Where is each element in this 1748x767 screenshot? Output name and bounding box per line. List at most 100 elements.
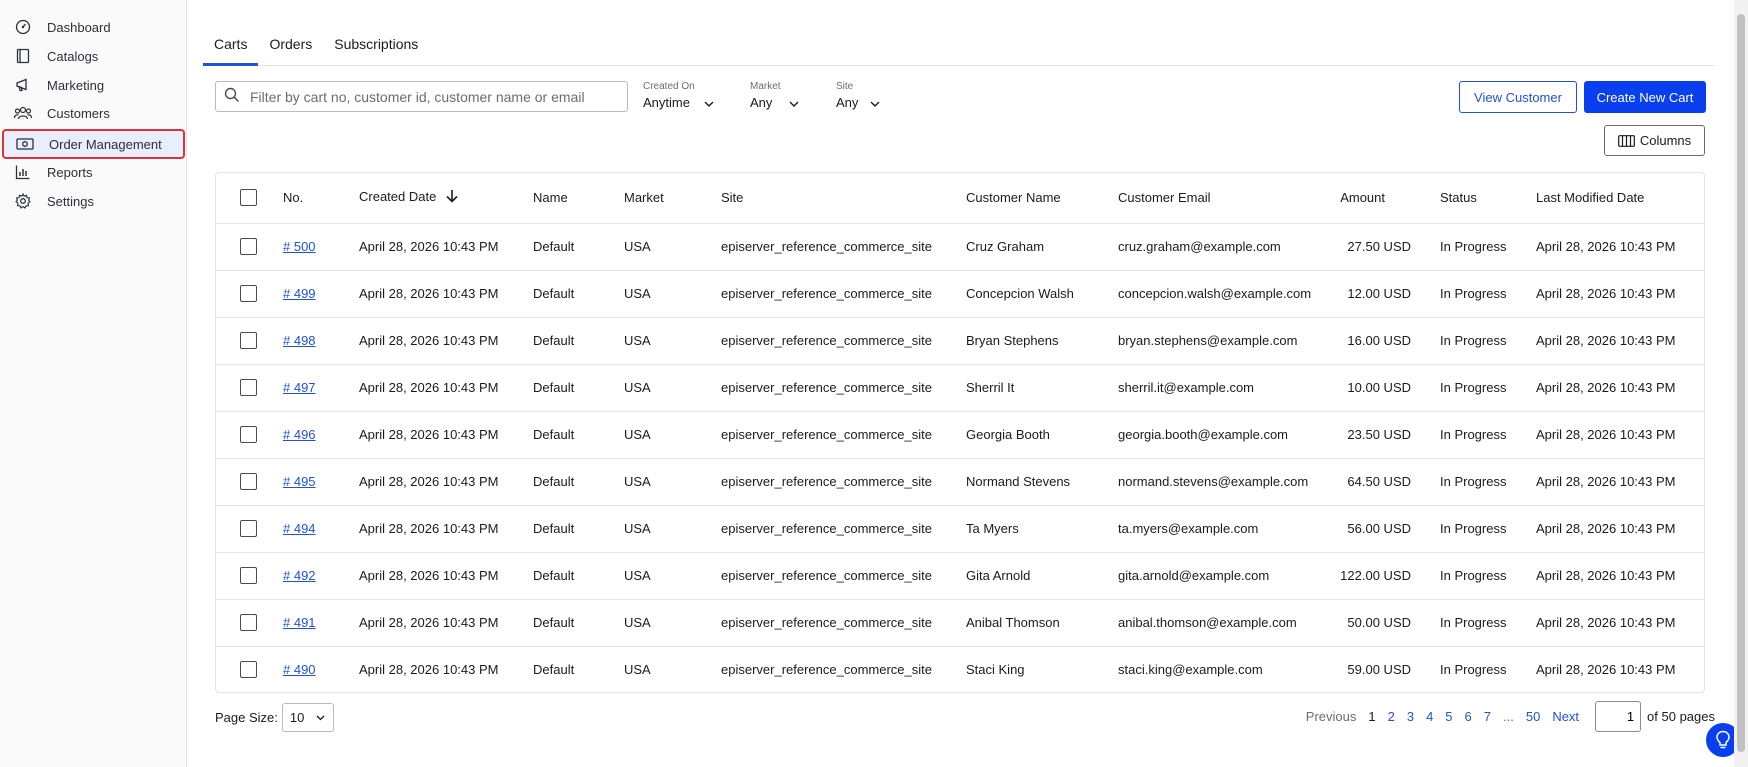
cart-number-link[interactable]: # 491 — [283, 615, 316, 630]
dashboard-icon — [13, 17, 33, 37]
book-icon — [13, 46, 33, 66]
site-filter[interactable]: Site Any — [836, 81, 880, 110]
cell-modified: April 28, 2026 10:43 PM — [1535, 552, 1704, 600]
row-checkbox[interactable] — [240, 473, 257, 491]
sidebar-item-marketing[interactable]: Marketing — [2, 71, 185, 99]
cart-number-link[interactable]: # 498 — [283, 333, 316, 348]
cart-number-link[interactable]: # 490 — [283, 662, 316, 677]
column-header-amount[interactable]: Amount — [1331, 173, 1439, 224]
tab-orders[interactable]: Orders — [258, 30, 323, 66]
column-header-last-modified[interactable]: Last Modified Date — [1535, 173, 1704, 224]
sidebar-item-reports[interactable]: Reports — [2, 158, 185, 186]
page-size-select[interactable]: 10 — [281, 703, 334, 732]
column-header-name[interactable]: Name — [532, 173, 623, 224]
column-header-created-date[interactable]: Created Date — [358, 173, 532, 224]
view-customer-button[interactable]: View Customer — [1459, 81, 1577, 113]
page-number-link[interactable]: 2 — [1388, 709, 1395, 724]
row-checkbox[interactable] — [240, 614, 257, 632]
table-row[interactable]: # 499 April 28, 2026 10:43 PM Default USA ep… — [216, 270, 1704, 318]
column-header-customer-name[interactable]: Customer Name — [965, 173, 1117, 224]
row-checkbox[interactable] — [240, 661, 257, 679]
sidebar-item-order-management[interactable]: Order Management — [2, 129, 185, 159]
table-row[interactable]: # 498 April 28, 2026 10:43 PM Default USA ep… — [216, 317, 1704, 365]
table-row[interactable]: # 494 April 28, 2026 10:43 PM Default USA ep… — [216, 505, 1704, 553]
cell-name: Default — [532, 552, 623, 600]
cell-status: In Progress — [1439, 223, 1535, 271]
row-checkbox[interactable] — [240, 520, 257, 538]
page-number-link[interactable]: 50 — [1526, 709, 1540, 724]
sidebar-item-dashboard[interactable]: Dashboard — [2, 13, 185, 41]
market-filter[interactable]: Market Any — [750, 81, 799, 110]
cart-number-link[interactable]: # 495 — [283, 474, 316, 489]
page-number-link[interactable]: 1 — [1368, 709, 1375, 724]
lightbulb-icon — [1715, 730, 1731, 750]
cart-number-link[interactable]: # 496 — [283, 427, 316, 442]
page-number-input[interactable] — [1595, 701, 1642, 732]
cell-amount: 12.00 USD — [1331, 270, 1439, 318]
column-header-no[interactable]: No. — [282, 173, 358, 224]
cell-name: Default — [532, 223, 623, 271]
row-checkbox[interactable] — [240, 426, 257, 444]
sort-down-arrow-icon — [446, 189, 458, 206]
column-header-status[interactable]: Status — [1439, 173, 1535, 224]
cell-customer-name: Concepcion Walsh — [965, 270, 1117, 318]
column-header-market[interactable]: Market — [623, 173, 720, 224]
cell-name: Default — [532, 270, 623, 318]
sidebar-item-label: Order Management — [49, 136, 162, 152]
sidebar-item-settings[interactable]: Settings — [2, 187, 185, 215]
cell-amount: 122.00 USD — [1331, 552, 1439, 600]
row-checkbox[interactable] — [240, 285, 257, 303]
search-input[interactable] — [248, 87, 618, 106]
cell-customer-name: Gita Arnold — [965, 552, 1117, 600]
created-on-filter[interactable]: Created On Anytime — [643, 81, 714, 110]
columns-button[interactable]: Columns — [1604, 125, 1705, 156]
page-number-link[interactable]: 5 — [1445, 709, 1452, 724]
tab-carts[interactable]: Carts — [203, 30, 259, 66]
pagination-ellipsis: ... — [1503, 709, 1514, 724]
next-page-button[interactable]: Next — [1552, 709, 1579, 724]
cart-number-link[interactable]: # 492 — [283, 568, 316, 583]
row-checkbox[interactable] — [240, 238, 257, 256]
cell-status: In Progress — [1439, 270, 1535, 318]
cart-number-link[interactable]: # 500 — [283, 239, 316, 254]
cell-customer-name: Sherril It — [965, 364, 1117, 412]
create-new-cart-button[interactable]: Create New Cart — [1584, 81, 1706, 113]
page-number-link[interactable]: 3 — [1407, 709, 1414, 724]
sidebar-item-catalogs[interactable]: Catalogs — [2, 42, 185, 70]
cart-number-link[interactable]: # 497 — [283, 380, 316, 395]
cell-customer-name: Normand Stevens — [965, 458, 1117, 506]
table-row[interactable]: # 496 April 28, 2026 10:43 PM Default USA ep… — [216, 411, 1704, 459]
table-row[interactable]: # 495 April 28, 2026 10:43 PM Default USA ep… — [216, 458, 1704, 506]
column-header-customer-email[interactable]: Customer Email — [1117, 173, 1331, 224]
page-size-control: Page Size: 10 — [215, 703, 334, 732]
cell-modified: April 28, 2026 10:43 PM — [1535, 411, 1704, 459]
cart-number-link[interactable]: # 499 — [283, 286, 316, 301]
table-row[interactable]: # 490 April 28, 2026 10:43 PM Default USA ep… — [216, 646, 1704, 692]
cell-customer-email: gita.arnold@example.com — [1117, 552, 1331, 600]
previous-page-button[interactable]: Previous — [1306, 709, 1357, 724]
cell-site: episerver_reference_commerce_site — [720, 270, 965, 318]
row-checkbox[interactable] — [240, 332, 257, 350]
row-checkbox[interactable] — [240, 567, 257, 585]
cell-site: episerver_reference_commerce_site — [721, 662, 932, 678]
table-row[interactable]: # 491 April 28, 2026 10:43 PM Default USA ep… — [216, 599, 1704, 647]
row-checkbox[interactable] — [240, 379, 257, 397]
vertical-scrollbar[interactable] — [1734, 0, 1748, 767]
page-number-link[interactable]: 7 — [1484, 709, 1491, 724]
cell-name: Default — [533, 662, 575, 678]
page-number-link[interactable]: 4 — [1426, 709, 1433, 724]
sidebar-item-customers[interactable]: Customers — [2, 99, 185, 127]
page-number-link[interactable]: 6 — [1465, 709, 1472, 724]
cell-market: USA — [623, 270, 720, 318]
tab-subscriptions[interactable]: Subscriptions — [323, 30, 429, 66]
cell-modified: April 28, 2026 10:43 PM — [1535, 223, 1704, 271]
select-all-checkbox[interactable] — [240, 189, 257, 207]
table-row[interactable]: # 500 April 28, 2026 10:43 PM Default USA ep… — [216, 223, 1704, 271]
cell-amount: 59.00 USD — [1347, 662, 1411, 678]
cart-number-link[interactable]: # 494 — [283, 521, 316, 536]
cell-site: episerver_reference_commerce_site — [720, 364, 965, 412]
scrollbar-thumb[interactable] — [1737, 14, 1745, 752]
table-row[interactable]: # 492 April 28, 2026 10:43 PM Default USA ep… — [216, 552, 1704, 600]
table-row[interactable]: # 497 April 28, 2026 10:43 PM Default USA ep… — [216, 364, 1704, 412]
column-header-site[interactable]: Site — [720, 173, 965, 224]
